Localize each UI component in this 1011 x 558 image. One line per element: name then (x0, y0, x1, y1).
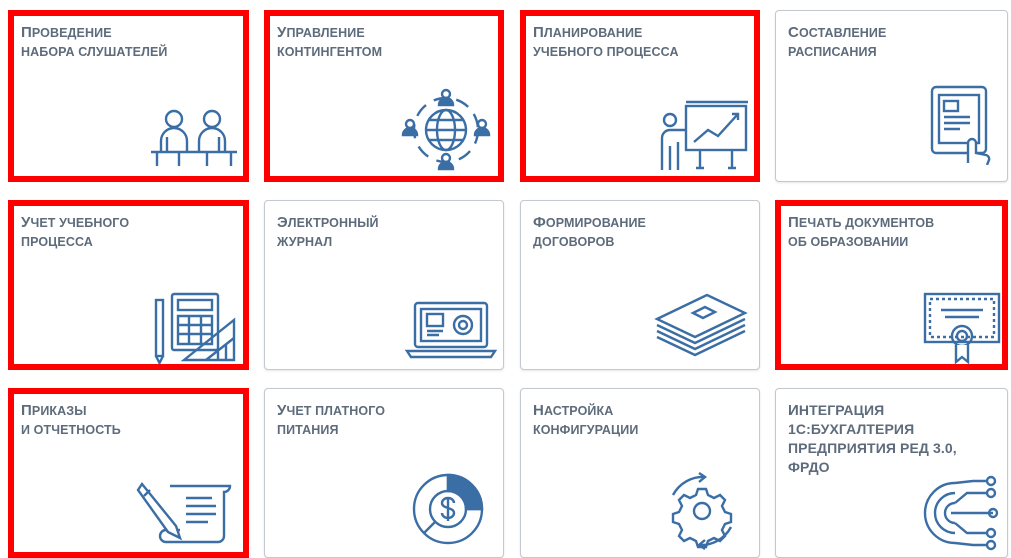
tile-title: Формирование договоров (533, 214, 646, 249)
tile-contracts[interactable]: Формирование договоров (520, 200, 760, 370)
tile-e-journal[interactable]: Электронный журнал (264, 200, 504, 370)
tile-planning[interactable]: Планирование учебного процесса (520, 10, 760, 182)
tile-title: Управление контингентом (277, 24, 383, 59)
tile-schedule[interactable]: Составление расписания (775, 10, 1008, 182)
tile-paid-meals[interactable]: Учет платного питания (264, 388, 504, 558)
pen-scroll-icon (136, 476, 236, 546)
people-at-desk-icon (149, 108, 239, 168)
gear-icon (661, 471, 743, 551)
laptop-icon (405, 299, 497, 359)
tile-title: Планирование учебного процесса (533, 24, 679, 59)
presentation-board-icon (656, 94, 751, 174)
tile-title: Учет платного питания (277, 402, 386, 437)
tile-title: Печать документов об образовании (788, 214, 935, 249)
tile-title: Интеграция 1С:Бухгалтерия предприятия ре… (788, 402, 957, 475)
tile-study-accounting[interactable]: Учет учебного процесса (8, 200, 249, 370)
tile-title: Проведение набора слушателей (21, 24, 168, 59)
tile-title: Учет учебного процесса (21, 214, 130, 249)
tile-title: Составление расписания (788, 24, 887, 59)
dollar-chart-icon (408, 469, 488, 549)
tile-title: Настройка конфигурации (533, 402, 639, 437)
tile-title: Электронный журнал (277, 214, 379, 249)
integration-circuit-icon (921, 475, 1001, 551)
diploma-certificate-icon (921, 290, 1003, 366)
tile-title: Приказы и отчетность (21, 402, 121, 437)
tile-configuration[interactable]: Настройка конфигурации (520, 388, 760, 558)
globe-people-icon (400, 88, 492, 172)
tile-contingent[interactable]: Управление контингентом (264, 10, 504, 182)
tile-orders-reports[interactable]: Приказы и отчетность (8, 388, 249, 558)
document-stack-icon (651, 289, 751, 359)
tile-recruitment[interactable]: Проведение набора слушателей (8, 10, 249, 182)
tile-print-diplomas[interactable]: Печать документов об образовании (775, 200, 1008, 370)
calculator-ruler-icon (154, 292, 239, 364)
tile-integration[interactable]: Интеграция 1С:Бухгалтерия предприятия ре… (775, 388, 1008, 558)
tablet-touch-icon (926, 83, 996, 165)
